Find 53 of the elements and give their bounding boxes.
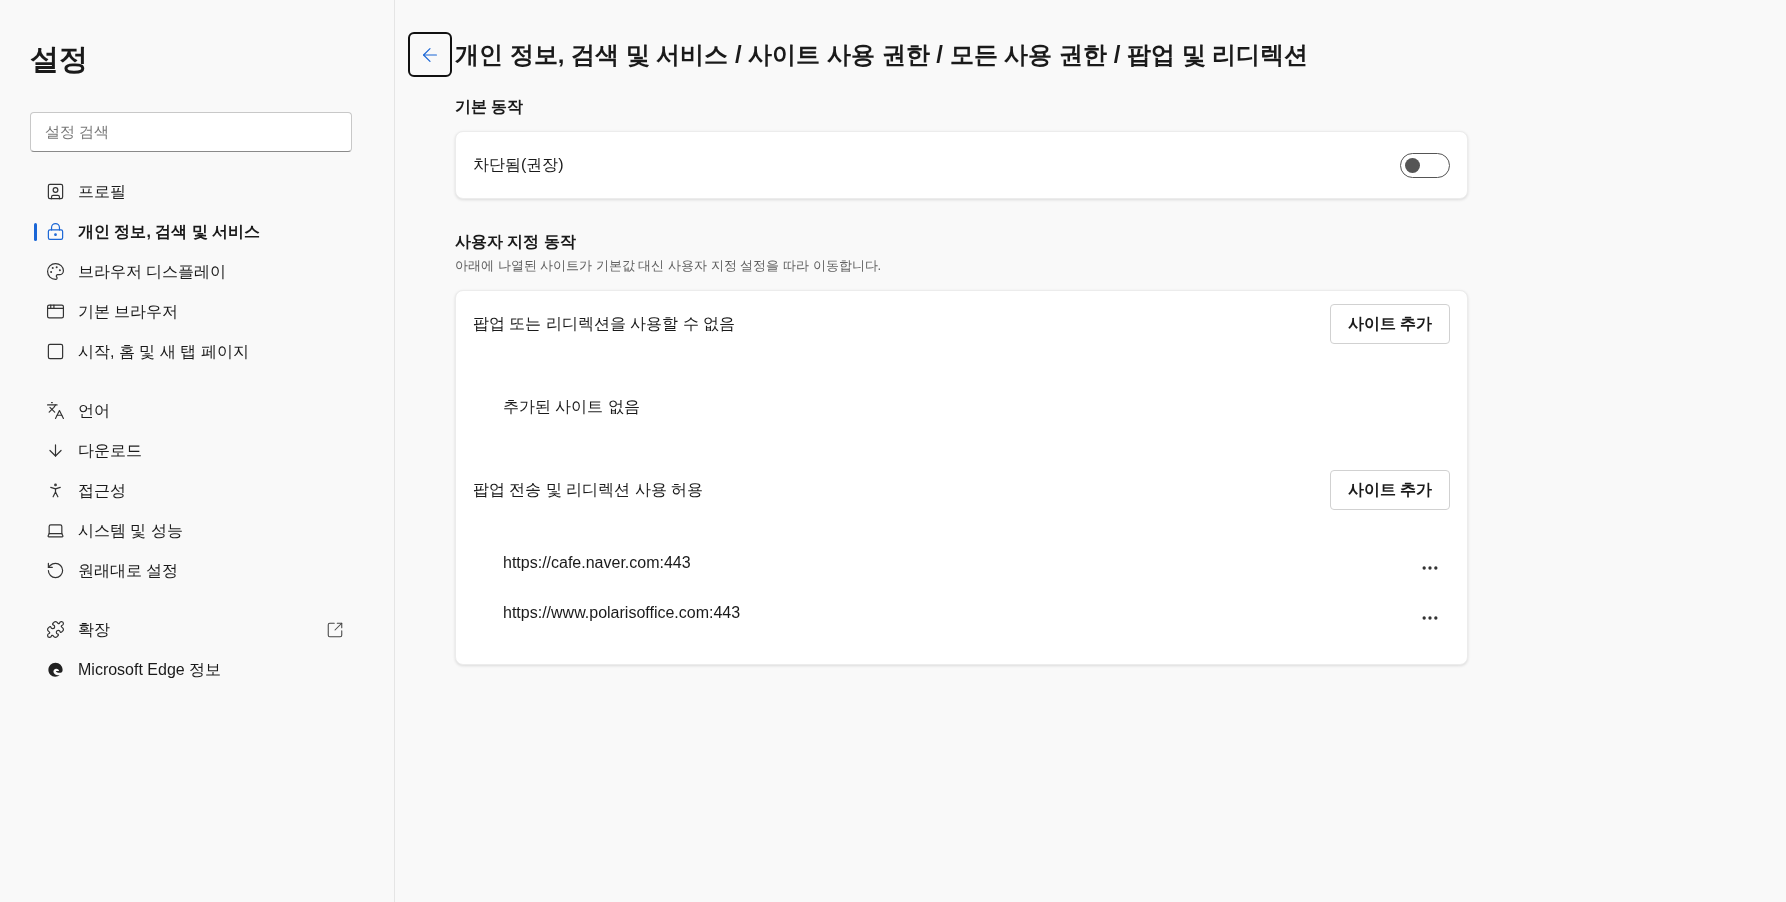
sidebar-title: 설정 <box>30 42 88 77</box>
sidebar-item-label: 시작, 홈 및 새 탭 페이지 <box>78 341 249 362</box>
sidebar-item-label: 기본 브라우저 <box>78 301 179 322</box>
add-site-button[interactable]: 사이트 추가 <box>1330 469 1450 510</box>
setting-label: 차단됨(권장) <box>473 155 564 175</box>
toggle-switch[interactable] <box>1400 152 1450 178</box>
puzzle-icon <box>46 620 65 639</box>
lock-icon <box>46 222 65 241</box>
site-url: https://www.polarisoffice.com:443 <box>503 602 741 623</box>
section-description: 아래에 나열된 사이트가 기본값 대신 사용자 지정 설정을 따라 이동합니다. <box>455 257 883 275</box>
sidebar-item[interactable]: 접근성 <box>30 470 364 511</box>
sidebar-item[interactable]: 브라우저 디스플레이 <box>30 251 364 292</box>
section-heading: 사용자 지정 동작 <box>455 232 577 252</box>
sidebar-item[interactable]: 언어 <box>30 390 364 431</box>
list-title: 팝업 또는 리디렉션을 사용할 수 없음 <box>473 313 736 334</box>
sidebar-item-label: 다운로드 <box>78 440 142 461</box>
section-heading: 기본 동작 <box>455 97 525 117</box>
sidebar-item[interactable]: 시작, 홈 및 새 탭 페이지 <box>30 331 364 372</box>
download-icon <box>46 441 65 460</box>
page-icon <box>46 342 65 361</box>
sidebar-item[interactable]: 원래대로 설정 <box>30 550 364 591</box>
palette-icon <box>46 262 65 281</box>
language-icon <box>46 401 65 420</box>
window-icon <box>46 302 65 321</box>
laptop-icon <box>46 521 65 540</box>
sidebar-item[interactable]: 다운로드 <box>30 430 364 471</box>
sidebar-item-label: 브라우저 디스플레이 <box>78 261 227 282</box>
profile-icon <box>46 182 65 201</box>
sidebar-item[interactable]: 프로필 <box>30 171 364 212</box>
sidebar-item-label: 확장 <box>78 619 110 640</box>
sidebar-item[interactable]: 시스템 및 성능 <box>30 510 364 551</box>
sidebar-item[interactable]: Microsoft Edge 정보 <box>30 649 364 690</box>
selection-indicator <box>34 222 37 241</box>
search-field[interactable]: 설정 검색 <box>30 111 352 152</box>
sidebar-item-label: 프로필 <box>78 181 126 202</box>
external-link-icon[interactable] <box>326 620 344 639</box>
reset-icon <box>46 561 65 580</box>
browser-logo-icon <box>46 660 65 679</box>
empty-list-text: 추가된 사이트 없음 <box>503 396 640 417</box>
breadcrumb-title: 개인 정보, 검색 및 서비스 / 사이트 사용 권한 / 모든 사용 권한 / 팝업 및 리디렉션 <box>455 39 1309 70</box>
list-title: 팝업 전송 및 리디렉션 사용 허용 <box>473 479 704 500</box>
sidebar-item-label: 접근성 <box>78 480 126 501</box>
sidebar-item[interactable]: 확장 <box>30 609 364 650</box>
sidebar-item-label: 시스템 및 성능 <box>78 520 183 541</box>
back-button[interactable] <box>408 32 452 77</box>
sidebar-item[interactable]: 기본 브라우저 <box>30 291 364 332</box>
sidebar-item-label: 개인 정보, 검색 및 서비스 <box>78 221 261 242</box>
add-site-button[interactable]: 사이트 추가 <box>1330 303 1450 344</box>
sidebar-item-label: Microsoft Edge 정보 <box>78 659 222 680</box>
sidebar-item[interactable]: 개인 정보, 검색 및 서비스 <box>30 211 364 252</box>
site-url: https://cafe.naver.com:443 <box>503 552 691 573</box>
sidebar-item-label: 언어 <box>78 400 110 421</box>
sidebar-item-label: 원래대로 설정 <box>78 560 179 581</box>
